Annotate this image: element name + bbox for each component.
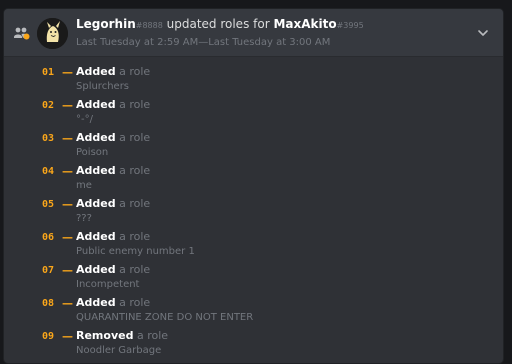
change-item: 06 — Added a role Public enemy number 1 xyxy=(4,226,503,259)
change-dash: — xyxy=(62,99,73,112)
change-number: 01 xyxy=(42,67,55,78)
audit-log-entry: Legorhin#8888 updated roles for MaxAkito… xyxy=(3,8,504,364)
role-name: °-°/ xyxy=(76,114,93,125)
change-suffix: a role xyxy=(115,98,151,111)
change-dash: — xyxy=(62,66,73,79)
change-suffix: a role xyxy=(115,197,151,210)
change-number: 03 xyxy=(42,133,55,144)
change-action: Added xyxy=(76,197,116,210)
change-dash: — xyxy=(62,132,73,145)
change-dash: — xyxy=(62,330,73,343)
change-action: Added xyxy=(76,263,116,276)
avatar[interactable] xyxy=(37,18,68,49)
change-suffix: a role xyxy=(115,263,151,276)
change-dash: — xyxy=(62,231,73,244)
change-number: 06 xyxy=(42,232,55,243)
change-action: Added xyxy=(76,164,116,177)
change-dash: — xyxy=(62,198,73,211)
role-name: Noodler Garbage xyxy=(76,345,162,356)
change-dash: — xyxy=(62,165,73,178)
change-suffix: a role xyxy=(115,131,151,144)
change-suffix: a role xyxy=(115,230,151,243)
change-action: Removed xyxy=(76,329,134,342)
change-number: 09 xyxy=(42,331,55,342)
change-number: 05 xyxy=(42,199,55,210)
change-item: 08 — Added a role QUARANTINE ZONE DO NOT… xyxy=(4,292,503,325)
change-dash: — xyxy=(62,264,73,277)
audit-log-summary: Legorhin#8888 updated roles for MaxAkito… xyxy=(76,17,364,33)
change-item: 02 — Added a role °-°/ xyxy=(4,94,503,127)
change-item: 07 — Added a role Incompetent xyxy=(4,259,503,292)
change-action: Added xyxy=(76,296,116,309)
change-suffix: a role xyxy=(115,164,151,177)
chevron-down-icon[interactable] xyxy=(477,27,489,39)
change-item: 05 — Added a role ??? xyxy=(4,193,503,226)
change-item: 01 — Added a role Splurchers xyxy=(4,61,503,94)
role-name: Splurchers xyxy=(76,81,130,92)
role-name: Incompetent xyxy=(76,279,140,290)
change-number: 07 xyxy=(42,265,55,276)
change-list: 01 — Added a role Splurchers 02 — Added … xyxy=(4,57,503,363)
change-suffix: a role xyxy=(133,329,169,342)
actor-name[interactable]: Legorhin xyxy=(76,17,136,31)
change-number: 02 xyxy=(42,100,55,111)
change-action: Added xyxy=(76,98,116,111)
action-text: updated roles for xyxy=(162,17,274,31)
role-name: me xyxy=(76,180,92,191)
change-dash: — xyxy=(62,297,73,310)
change-item: 04 — Added a role me xyxy=(4,160,503,193)
role-name: ??? xyxy=(76,213,92,224)
target-discriminator: #3995 xyxy=(336,21,364,30)
change-action: Added xyxy=(76,131,116,144)
change-action: Added xyxy=(76,65,116,78)
timestamp-range: Last Tuesday at 2:59 AM—Last Tuesday at … xyxy=(76,37,331,48)
change-suffix: a role xyxy=(115,65,151,78)
actor-discriminator: #8888 xyxy=(135,21,163,30)
role-name: Poison xyxy=(76,147,109,158)
change-number: 08 xyxy=(42,298,55,309)
change-action: Added xyxy=(76,230,116,243)
change-item: 09 — Removed a role Noodler Garbage xyxy=(4,325,503,358)
role-name: Public enemy number 1 xyxy=(76,246,195,257)
target-name[interactable]: MaxAkito xyxy=(273,17,336,31)
change-item: 03 — Added a role Poison xyxy=(4,127,503,160)
change-number: 04 xyxy=(42,166,55,177)
change-suffix: a role xyxy=(115,296,151,309)
role-name: QUARANTINE ZONE DO NOT ENTER xyxy=(76,312,254,323)
audit-log-header[interactable]: Legorhin#8888 updated roles for MaxAkito… xyxy=(4,9,503,57)
member-role-update-icon xyxy=(14,27,30,40)
avatar-image xyxy=(37,18,68,49)
